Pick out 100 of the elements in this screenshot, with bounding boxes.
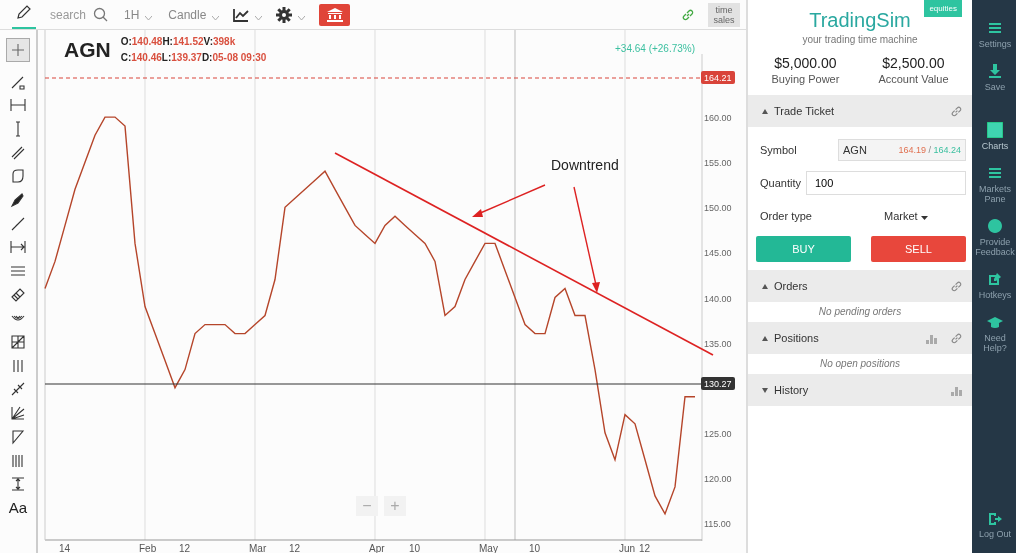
annotation-label: Downtrend: [551, 157, 619, 173]
axis-label: 12: [289, 543, 301, 553]
search-field[interactable]: search: [50, 7, 108, 22]
field-label: Symbol: [759, 143, 798, 156]
quote-field: D:05-08 09:30: [201, 52, 267, 63]
axis-label: 140.00: [704, 293, 732, 304]
market-badge: equities: [924, 0, 962, 17]
field-label: Quantity: [759, 176, 802, 189]
link-icon[interactable]: [951, 280, 962, 292]
triangle-icon: [10, 428, 26, 445]
caret-icon: [212, 16, 220, 21]
app-logo: TradingSim: [809, 9, 911, 32]
vertical-lines-icon: [10, 357, 26, 374]
link-icon[interactable]: [682, 8, 694, 21]
nav-item[interactable]: Save: [972, 63, 1016, 92]
link-icon[interactable]: [951, 105, 962, 117]
section-title: Trade Ticket: [774, 105, 835, 117]
link-icon[interactable]: [951, 332, 962, 344]
buy-button[interactable]: BUY: [756, 236, 851, 262]
order-type-dropdown[interactable]: Market: [878, 208, 934, 223]
circle-icon: [987, 218, 1003, 234]
caret-icon: [145, 16, 153, 21]
stat-value: $2,500.00: [882, 55, 945, 71]
logout-icon: [988, 512, 1002, 526]
axis-label: 160.00: [704, 113, 732, 124]
quote-field: O:140.48: [120, 36, 163, 47]
symbol-label: AGN: [64, 37, 111, 62]
search-icon: [93, 7, 108, 22]
empty-message: No pending orders: [817, 305, 903, 319]
quote-field: C:140.46: [120, 52, 162, 63]
sell-button[interactable]: SELL: [871, 236, 966, 262]
quantity-field[interactable]: 100: [806, 170, 966, 195]
section-header[interactable]: Trade Ticket: [748, 95, 972, 127]
tagline: your trading time machine: [802, 34, 918, 45]
axis-label: 10: [409, 543, 421, 553]
time-sales-button[interactable]: time sales: [708, 2, 740, 27]
pitchfork-icon: [10, 381, 26, 398]
price-tag: 164.21: [701, 71, 735, 84]
caret-icon: [920, 215, 928, 220]
brush-icon: [10, 191, 26, 208]
parallel-lines-icon: [10, 144, 26, 161]
graduation-cap-icon: [987, 314, 1003, 330]
nav-item[interactable]: Settings: [972, 20, 1016, 49]
axis-label: 125.00: [704, 428, 732, 439]
nav-item[interactable]: Provide Feedback: [972, 218, 1016, 257]
grid-icon: [10, 334, 26, 351]
axis-label: 145.00: [704, 248, 732, 259]
axis-label: Jun: [619, 543, 636, 553]
axis-label: 155.00: [704, 158, 732, 169]
section-title: Positions: [774, 332, 819, 344]
axis-label: 12: [179, 543, 191, 553]
measure-icon: [10, 239, 26, 256]
interval-dropdown[interactable]: 1H: [114, 7, 140, 22]
range-icon: [10, 476, 26, 493]
section-title: Orders: [774, 280, 808, 292]
caret-icon: [298, 16, 306, 21]
text-tool-button[interactable]: Aa: [5, 496, 31, 520]
section-title: History: [774, 384, 809, 396]
bank-icon: [326, 7, 343, 22]
quote-field: H:141.52: [162, 36, 204, 47]
axis-label: 12: [639, 543, 651, 553]
line-chart-icon[interactable]: [233, 7, 250, 22]
axis-label: Feb: [139, 543, 157, 553]
axis-label: Mar: [249, 543, 267, 553]
bars-icon: [10, 452, 26, 469]
stat-value: $5,000.00: [774, 55, 837, 71]
empty-message: No open positions: [818, 357, 902, 371]
axis-label: 135.00: [704, 338, 732, 349]
section-header[interactable]: Positions: [748, 322, 972, 354]
axis-label: 150.00: [704, 203, 732, 214]
ray-icon: [10, 215, 26, 232]
axis-label: 14: [59, 543, 71, 553]
quote-field: V:398k: [203, 36, 236, 47]
axis-label: 115.00: [704, 518, 731, 529]
nav-item[interactable]: Need Help?: [972, 314, 1016, 353]
crosshair-icon: [10, 41, 26, 58]
stat-label: Account Value: [878, 73, 949, 85]
section-header[interactable]: History: [748, 374, 972, 406]
section-header[interactable]: Orders: [748, 270, 972, 302]
ruler-icon: [10, 97, 26, 114]
symbol-field[interactable]: AGN 164.19 / 164.24: [838, 138, 966, 161]
price-change-label: +34.64 (+26.73%): [615, 43, 696, 54]
settings-icon[interactable]: [276, 6, 293, 23]
eraser-icon: [10, 286, 26, 303]
axis-label: 120.00: [704, 473, 732, 484]
axis-label: 10: [529, 543, 541, 553]
price-tag: 130.27: [701, 377, 735, 390]
nav-item[interactable]: Charts: [972, 122, 1016, 151]
edit-icon: [987, 271, 1003, 287]
menu-icon: [987, 20, 1003, 36]
shape-icon: [10, 168, 26, 185]
nav-item[interactable]: Hotkeys: [972, 271, 1016, 300]
quote-field: L:139.37: [161, 52, 202, 63]
download-icon: [987, 63, 1003, 79]
logout-button[interactable]: Log Out: [972, 512, 1016, 539]
fan-icon: [10, 405, 26, 422]
chart-type-dropdown[interactable]: Candle: [158, 7, 207, 22]
bank-button[interactable]: [319, 3, 351, 26]
nav-item[interactable]: Markets Pane: [972, 165, 1016, 204]
caret-icon: [255, 16, 263, 21]
